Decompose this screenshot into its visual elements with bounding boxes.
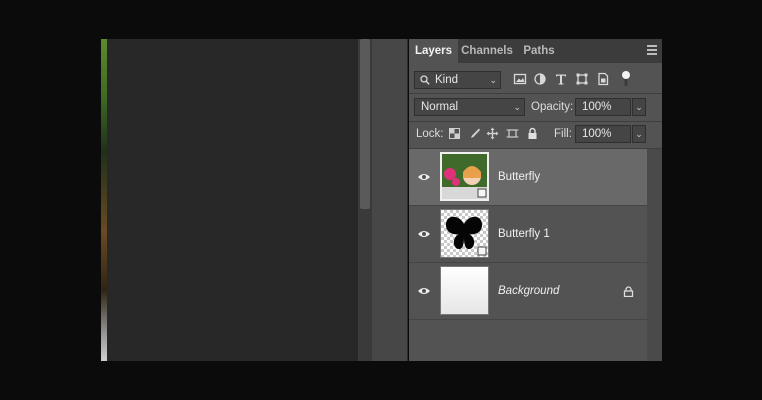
opacity-slider-toggle[interactable]: ⌄	[632, 98, 646, 116]
fill-value: 100%	[582, 128, 612, 140]
chevron-down-icon: ⌄	[489, 75, 497, 85]
lock-all-icon[interactable]	[526, 127, 539, 140]
layer-row-background[interactable]: Background	[409, 263, 647, 320]
lock-artboard-icon[interactable]	[506, 127, 519, 140]
panel-menu-icon[interactable]	[647, 45, 657, 57]
panel-tab-bar: Layers Channels Paths	[409, 39, 662, 63]
lock-position-icon[interactable]	[486, 127, 499, 140]
fill-slider-toggle[interactable]: ⌄	[632, 125, 646, 143]
layer-row-butterfly[interactable]: Butterfly	[409, 149, 647, 206]
canvas-scrollbar-thumb[interactable]	[360, 39, 370, 209]
layer-thumbnail-photo	[440, 152, 489, 201]
layer-name[interactable]: Background	[498, 263, 559, 320]
adjustment-layer-filter-icon[interactable]	[533, 72, 547, 86]
lock-transparent-pixels-icon[interactable]	[448, 127, 461, 140]
tab-paths[interactable]: Paths	[517, 39, 561, 63]
panel-dock-strip	[372, 39, 408, 361]
layer-thumbnail-butterfly	[440, 209, 489, 258]
chevron-down-icon: ⌄	[513, 102, 521, 112]
tab-layers[interactable]: Layers	[409, 39, 458, 63]
layers-list-scrollbar[interactable]	[647, 149, 662, 361]
pixel-layer-filter-icon[interactable]	[513, 72, 527, 86]
canvas-image-edge	[101, 39, 107, 361]
layer-row-butterfly-1[interactable]: Butterfly 1	[409, 206, 647, 263]
smart-object-filter-icon[interactable]	[596, 72, 610, 86]
photo-thumbnail-image	[442, 154, 487, 199]
layer-name[interactable]: Butterfly 1	[498, 206, 550, 263]
tab-channels[interactable]: Channels	[459, 39, 515, 63]
eye-icon[interactable]	[417, 286, 431, 296]
filter-toggle-switch[interactable]	[621, 70, 631, 87]
search-icon	[420, 75, 430, 85]
filter-kind-dropdown[interactable]: Kind ⌄	[414, 71, 501, 89]
opacity-value: 100%	[582, 101, 612, 113]
layer-lock-icon	[623, 286, 634, 297]
blend-mode-dropdown[interactable]: Normal ⌄	[414, 98, 525, 116]
opacity-field[interactable]: 100% ⌄	[575, 98, 646, 116]
eye-icon[interactable]	[417, 172, 431, 182]
butterfly-shape-icon	[445, 216, 487, 256]
eye-icon[interactable]	[417, 229, 431, 239]
shape-layer-filter-icon[interactable]	[575, 72, 589, 86]
lock-label: Lock:	[416, 128, 444, 140]
type-layer-filter-icon[interactable]	[554, 72, 568, 86]
layers-panel: Layers Channels Paths Kind ⌄ Normal ⌄ Op…	[409, 39, 662, 361]
layer-thumbnail-background	[440, 266, 489, 315]
blend-mode-value: Normal	[421, 101, 459, 113]
lock-image-pixels-icon[interactable]	[468, 127, 481, 140]
layer-name[interactable]: Butterfly	[498, 149, 540, 206]
filter-kind-label: Kind	[435, 74, 459, 86]
fill-label: Fill:	[554, 128, 572, 140]
document-canvas[interactable]	[101, 39, 358, 361]
fill-field[interactable]: 100% ⌄	[575, 125, 646, 143]
opacity-label: Opacity:	[531, 101, 574, 113]
